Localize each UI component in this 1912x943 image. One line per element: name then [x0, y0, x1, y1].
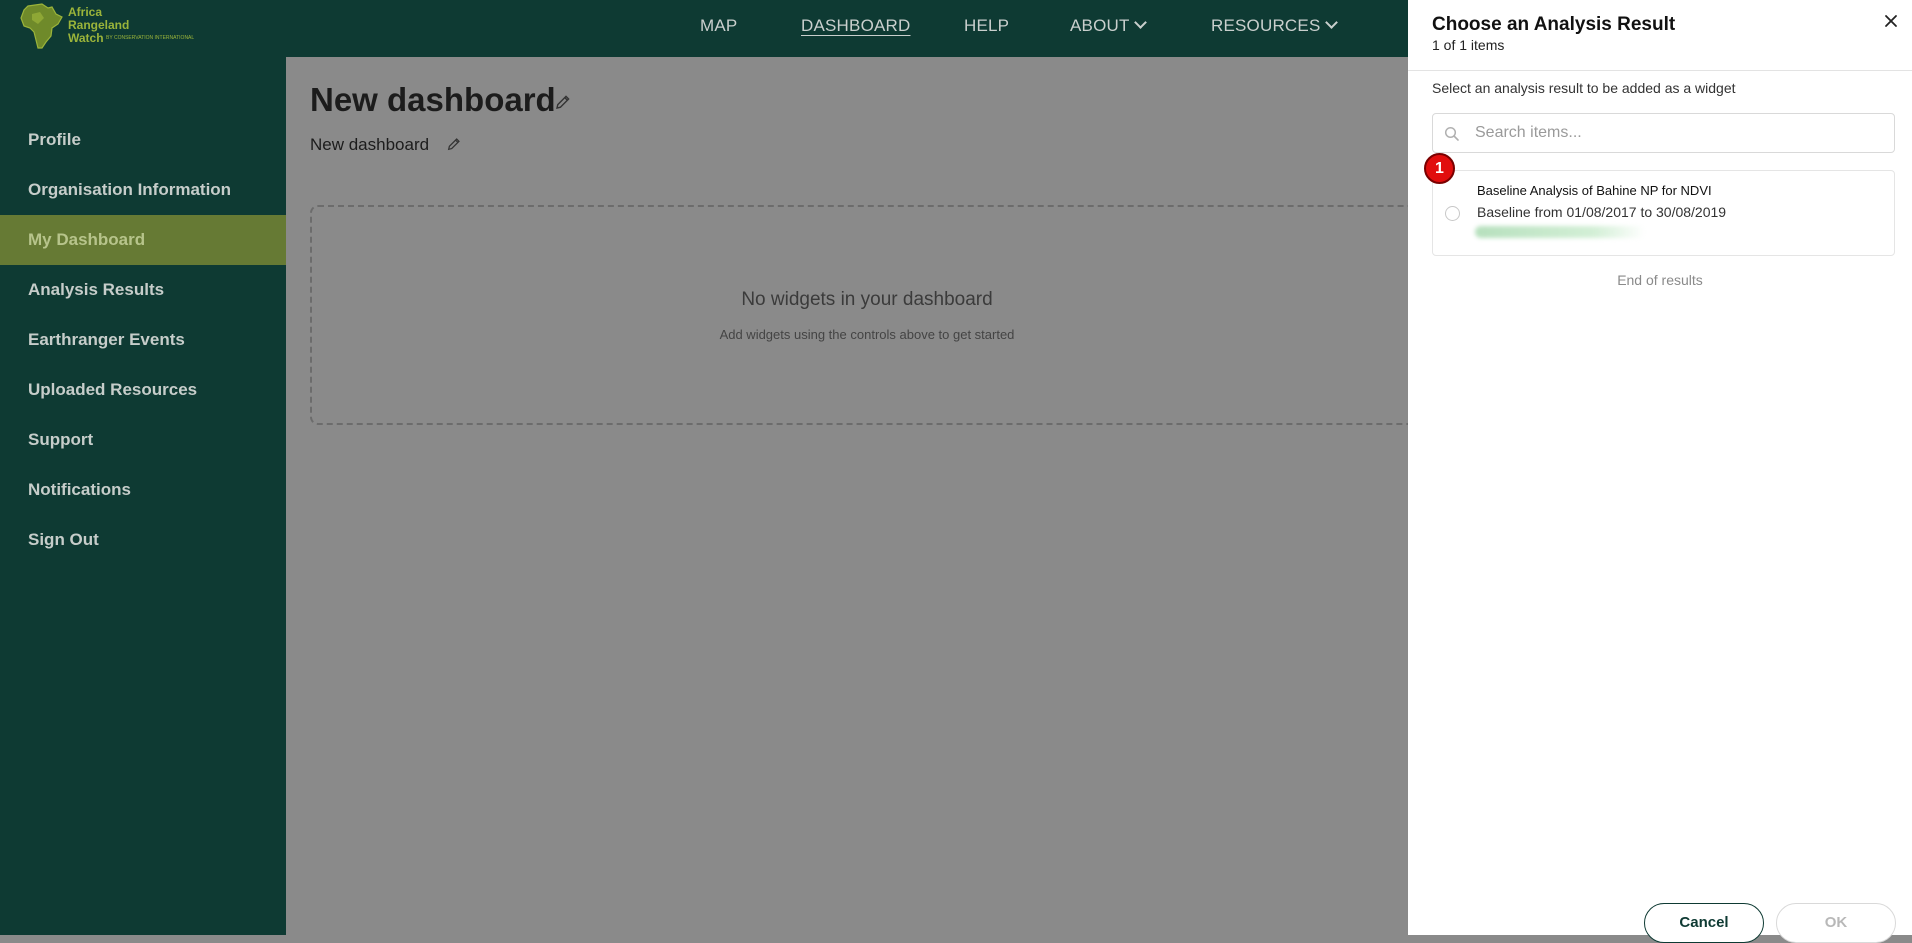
- search-input[interactable]: [1473, 114, 1883, 152]
- dashboard-subtitle: New dashboard: [310, 135, 430, 154]
- drawer-instructions: Select an analysis result to be added as…: [1432, 80, 1736, 96]
- step-marker-badge: 1: [1424, 153, 1455, 184]
- sidebar-item-earthranger-events[interactable]: Earthranger Events: [0, 315, 286, 365]
- drawer-title: Choose an Analysis Result: [1432, 14, 1676, 35]
- chevron-down-icon: [1133, 16, 1147, 29]
- result-detail-placeholder: [1475, 226, 1645, 238]
- empty-state-subtitle: Add widgets using the controls above to …: [719, 327, 1015, 342]
- nav-map[interactable]: MAP: [700, 16, 737, 36]
- sidebar-item-uploaded-resources[interactable]: Uploaded Resources: [0, 365, 286, 415]
- page-title: New dashboard: [310, 81, 556, 118]
- empty-state-title: No widgets in your dashboard: [741, 289, 993, 310]
- widget-dropzone: No widgets in your dashboard Add widgets…: [310, 205, 1430, 425]
- sidebar-item-analysis-results[interactable]: Analysis Results: [0, 265, 286, 315]
- africa-rangeland-watch-logo[interactable]: Africa Rangeland Watch BY CONSERVATION I…: [18, 2, 198, 50]
- pencil-icon[interactable]: [554, 93, 572, 111]
- sidebar-item-support[interactable]: Support: [0, 415, 286, 465]
- close-icon[interactable]: [1882, 12, 1900, 30]
- sidebar: Profile Organisation Information My Dash…: [0, 57, 286, 935]
- choose-analysis-result-drawer: Choose an Analysis Result 1 of 1 items S…: [1408, 0, 1912, 943]
- nav-dashboard[interactable]: DASHBOARD: [801, 16, 911, 36]
- sidebar-item-sign-out[interactable]: Sign Out: [0, 515, 286, 565]
- sidebar-item-my-dashboard[interactable]: My Dashboard: [0, 215, 286, 265]
- result-subtitle: Baseline from 01/08/2017 to 30/08/2019: [1477, 204, 1727, 220]
- africa-map-icon: [20, 3, 63, 49]
- pencil-icon[interactable]: [446, 136, 462, 152]
- nav-about[interactable]: ABOUT: [1070, 16, 1147, 36]
- chevron-down-icon: [1324, 16, 1338, 29]
- cancel-button[interactable]: Cancel: [1644, 903, 1764, 943]
- sidebar-item-organisation-information[interactable]: Organisation Information: [0, 165, 286, 215]
- result-title: Baseline Analysis of Bahine NP for NDVI: [1477, 183, 1712, 198]
- logo-tagline: BY CONSERVATION INTERNATIONAL: [106, 35, 195, 41]
- result-count: 1 of 1 items: [1432, 37, 1505, 53]
- ok-button[interactable]: OK: [1776, 903, 1896, 943]
- search-box: [1432, 113, 1895, 153]
- end-of-results: End of results: [1617, 272, 1703, 288]
- nav-help[interactable]: HELP: [964, 16, 1009, 36]
- result-radio[interactable]: [1445, 206, 1460, 221]
- analysis-result-option[interactable]: Baseline Analysis of Bahine NP for NDVI …: [1432, 170, 1895, 256]
- search-icon: [1444, 126, 1459, 141]
- sidebar-item-profile[interactable]: Profile: [0, 115, 286, 165]
- dashboard-main: New dashboard New dashboard No widgets i…: [286, 57, 1430, 935]
- sidebar-item-notifications[interactable]: Notifications: [0, 465, 286, 515]
- nav-resources[interactable]: RESOURCES: [1211, 16, 1338, 36]
- drawer-divider: [1408, 70, 1912, 71]
